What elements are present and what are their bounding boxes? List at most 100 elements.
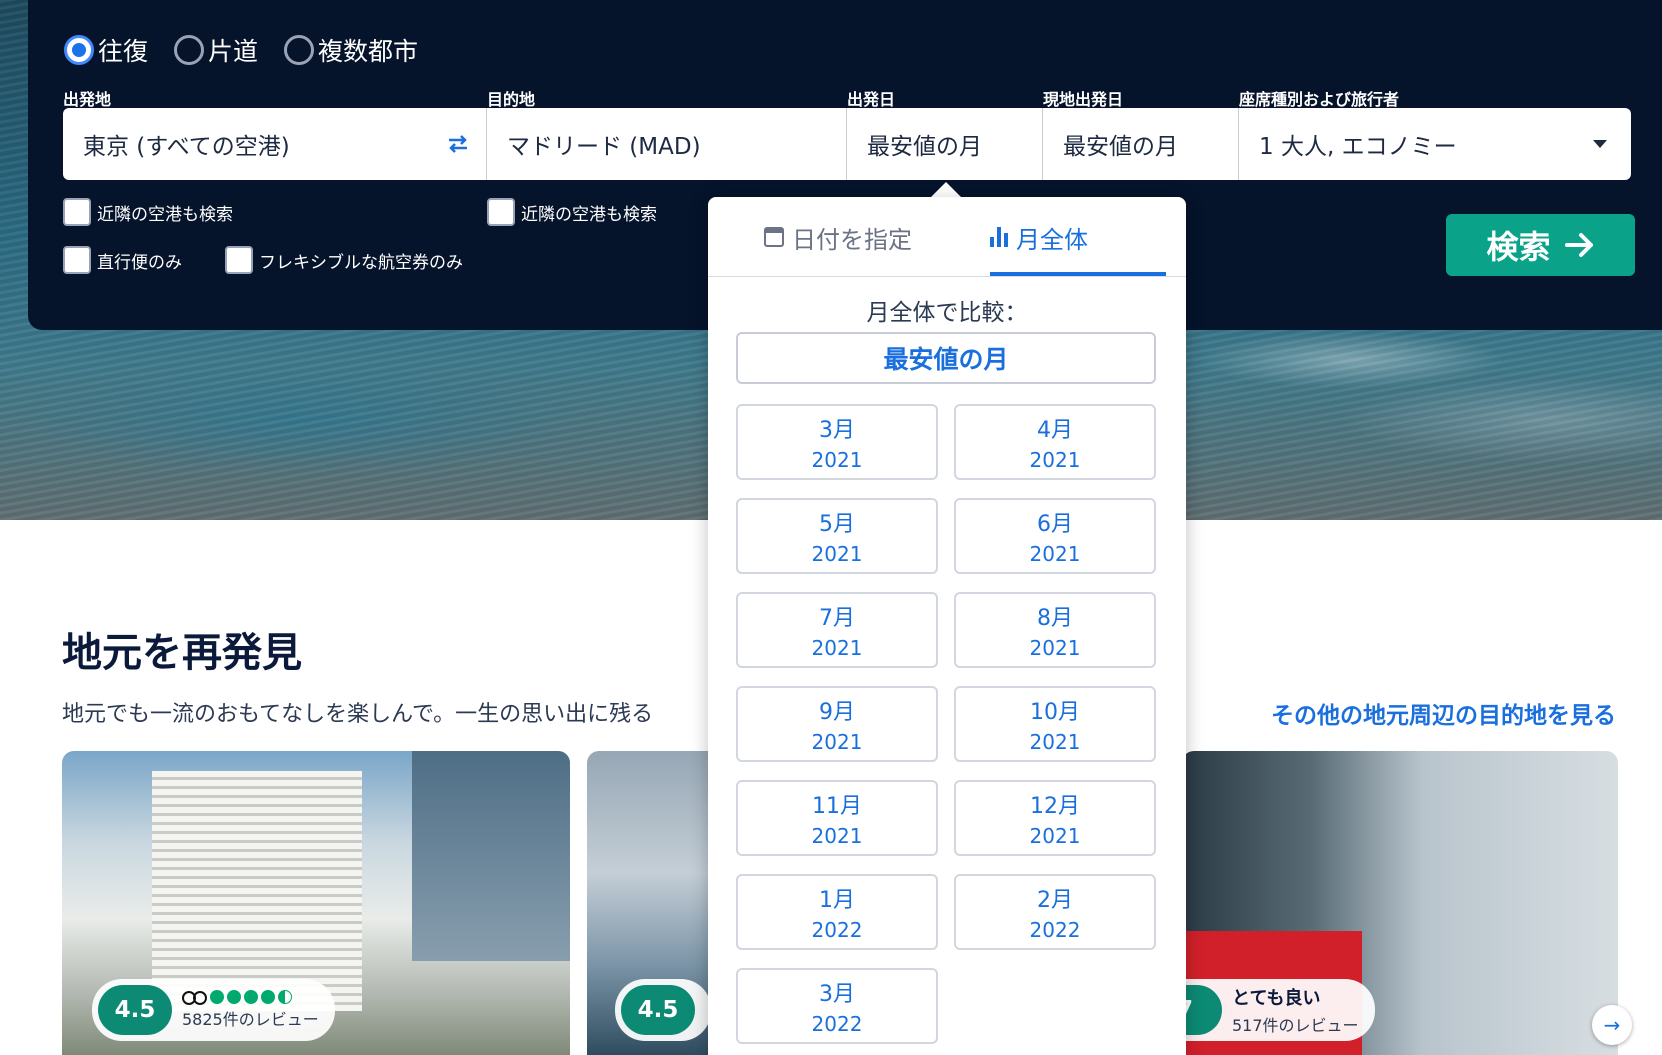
popup-notch (930, 182, 962, 198)
year-label: 2021 (811, 824, 863, 848)
year-label: 2021 (1029, 542, 1081, 566)
score-badge: 4.5 (621, 985, 695, 1035)
month-option[interactable]: 6月 2021 (954, 498, 1156, 574)
month-label: 4月 (1037, 418, 1073, 443)
month-option[interactable]: 5月 2021 (736, 498, 938, 574)
flexible-only-checkbox[interactable]: フレキシブルな航空券のみ (225, 246, 463, 274)
popup-tabs: 日付を指定 月全体 (708, 197, 1186, 277)
year-label: 2021 (811, 730, 863, 754)
trip-type-label: 片道 (208, 37, 259, 66)
month-label: 10月 (1030, 700, 1080, 725)
rating-pill: 7 とても良い 517件のレビュー (1182, 979, 1375, 1041)
return-value: 最安値の月 (1063, 134, 1178, 160)
active-tab-indicator (990, 272, 1166, 276)
tab-specific-dates[interactable]: 日付を指定 (764, 197, 912, 277)
year-label: 2022 (811, 918, 863, 942)
month-label: 12月 (1030, 794, 1080, 819)
hotel-card[interactable]: 4.5 5825件のレビュー (62, 751, 570, 1055)
review-count: 5825件のレビュー (182, 1010, 319, 1029)
hotel-card[interactable]: 7 とても良い 517件のレビュー (1182, 751, 1618, 1055)
month-label: 7月 (819, 606, 855, 631)
trip-type-multicity[interactable]: 複数都市 (284, 32, 418, 68)
radio-icon (174, 35, 205, 65)
month-label: 9月 (819, 700, 855, 725)
rating-pill: 4.5 5825件のレビュー (92, 979, 335, 1041)
half-bubble-icon (278, 990, 292, 1004)
nearby-origin-checkbox[interactable]: 近隣の空港も検索 (63, 198, 233, 226)
month-label: 3月 (819, 418, 855, 443)
section-title: 地元を再発見 (62, 630, 302, 676)
year-label: 2021 (811, 542, 863, 566)
month-grid: 3月 2021 4月 2021 5月 2021 6月 2021 7月 2021 8月 202… (736, 404, 1156, 1044)
tab-label: 日付を指定 (792, 225, 912, 254)
month-option[interactable]: 4月 2021 (954, 404, 1156, 480)
depart-date-field[interactable]: 最安値の月 (847, 108, 1043, 180)
depart-label: 出発日 (847, 90, 896, 109)
tab-whole-month[interactable]: 月全体 (990, 197, 1088, 277)
return-date-field[interactable]: 最安値の月 (1043, 108, 1239, 180)
month-option[interactable]: 2月 2022 (954, 874, 1156, 950)
rating-pill: 4.5 (615, 979, 711, 1041)
review-count: 517件のレビュー (1232, 1016, 1359, 1035)
trip-type-oneway[interactable]: 片道 (174, 32, 258, 68)
trip-type-group: 往復 片道 複数都市 (64, 32, 418, 68)
calendar-icon (764, 227, 784, 247)
year-label: 2021 (1029, 730, 1081, 754)
arrow-right-icon (1564, 233, 1593, 257)
depart-value: 最安値の月 (867, 134, 982, 160)
trip-type-label: 往復 (98, 37, 149, 66)
tripadvisor-rating (182, 990, 319, 1005)
bar-chart-icon (990, 227, 1008, 247)
month-option[interactable]: 7月 2021 (736, 592, 938, 668)
tripadvisor-owl-icon (182, 990, 207, 1005)
destination-value: マドリード (MAD) (507, 134, 701, 160)
month-option[interactable]: 3月 2022 (736, 968, 938, 1044)
return-label: 現地出発日 (1043, 90, 1124, 109)
swap-icon[interactable] (446, 134, 470, 154)
month-option[interactable]: 8月 2021 (954, 592, 1156, 668)
see-more-destinations-link[interactable]: その他の地元周辺の目的地を見る (1271, 696, 1616, 730)
carousel-next-button[interactable]: → (1592, 1005, 1632, 1045)
direct-only-checkbox[interactable]: 直行便のみ (63, 246, 182, 274)
bubble-icon (261, 990, 275, 1004)
bubble-icon (227, 990, 241, 1004)
origin-label: 出発地 (63, 90, 112, 109)
month-label: 8月 (1037, 606, 1073, 631)
arrow-right-icon: → (1603, 1013, 1621, 1037)
cabin-label: 座席種別および旅行者 (1239, 90, 1400, 109)
checkbox-label: 近隣の空港も検索 (97, 204, 233, 225)
year-label: 2021 (1029, 824, 1081, 848)
destination-label: 目的地 (487, 90, 536, 109)
radio-icon (284, 35, 315, 65)
month-option[interactable]: 12月 2021 (954, 780, 1156, 856)
score-badge: 7 (1182, 985, 1222, 1035)
checkbox-icon (487, 198, 515, 226)
compare-label: 月全体で比較： (866, 300, 1028, 326)
origin-value: 東京 (すべての空港) (83, 134, 290, 160)
checkbox-icon (63, 246, 91, 274)
month-option[interactable]: 9月 2021 (736, 686, 938, 762)
nearby-dest-checkbox[interactable]: 近隣の空港も検索 (487, 198, 657, 226)
year-label: 2021 (1029, 448, 1081, 472)
cabin-travelers-field[interactable]: 1 大人, エコノミー (1239, 108, 1631, 180)
month-label: 5月 (819, 512, 855, 537)
month-option[interactable]: 1月 2022 (736, 874, 938, 950)
trip-type-roundtrip[interactable]: 往復 (64, 32, 148, 68)
trip-type-label: 複数都市 (318, 37, 419, 66)
checkbox-icon (225, 246, 253, 274)
cheapest-month-button[interactable]: 最安値の月 (736, 332, 1156, 384)
bubble-icon (244, 990, 258, 1004)
month-label: 2月 (1037, 888, 1073, 913)
month-option[interactable]: 10月 2021 (954, 686, 1156, 762)
month-label: 11月 (812, 794, 862, 819)
search-button[interactable]: 検索 (1446, 214, 1635, 276)
chevron-down-icon (1593, 140, 1607, 148)
month-option[interactable]: 3月 2021 (736, 404, 938, 480)
month-picker-popup: 日付を指定 月全体 月全体で比較： 最安値の月 3月 2021 4月 2021 5月… (708, 197, 1186, 1055)
origin-field[interactable]: 東京 (すべての空港) (63, 108, 487, 180)
score-badge: 4.5 (98, 985, 172, 1035)
checkbox-icon (63, 198, 91, 226)
month-option[interactable]: 11月 2021 (736, 780, 938, 856)
destination-field[interactable]: マドリード (MAD) (487, 108, 847, 180)
rating-label: とても良い (1232, 988, 1321, 1009)
